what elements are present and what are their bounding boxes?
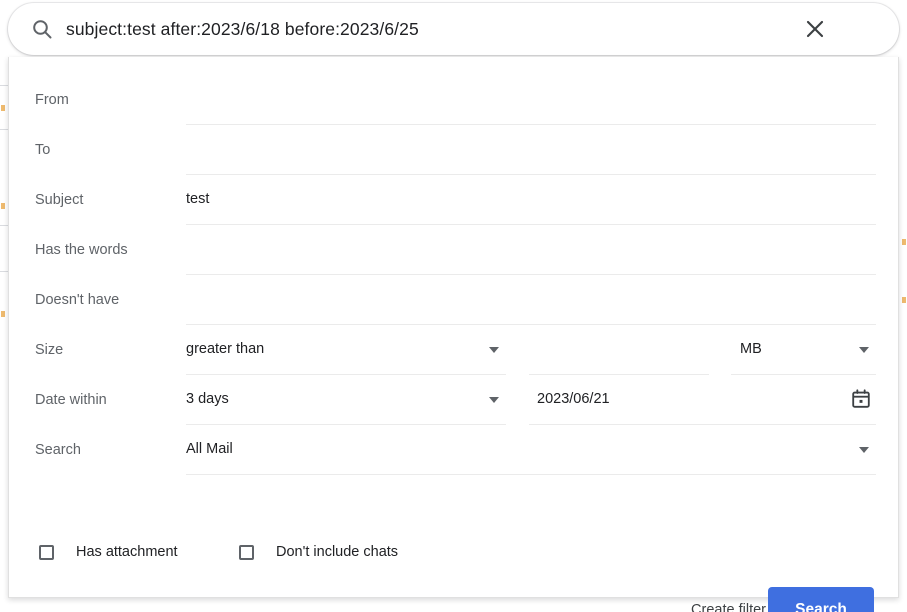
row-doesnt-have: Doesn't have <box>9 275 900 325</box>
size-operator-value: greater than <box>186 341 265 357</box>
checkbox-dont-include-chats[interactable]: Don't include chats <box>239 529 398 575</box>
search-icon <box>30 17 54 41</box>
row-to: To <box>9 125 900 175</box>
advanced-search-panel: From To Subject test Has the words Doesn… <box>8 57 900 612</box>
subject-value[interactable]: test <box>186 175 209 224</box>
date-input[interactable]: 2023/06/21 <box>529 375 876 425</box>
subject-field[interactable]: test <box>186 175 876 225</box>
label-to: To <box>35 142 51 158</box>
background-edge-left <box>0 57 8 602</box>
row-subject: Subject test <box>9 175 900 225</box>
row-date-within: Date within 3 days 2023/06/21 <box>9 375 900 425</box>
checkbox-icon[interactable] <box>39 544 54 560</box>
has-the-words-field[interactable] <box>186 225 876 275</box>
from-field[interactable] <box>186 75 876 125</box>
search-scope-value: All Mail <box>186 441 233 457</box>
size-unit-value: MB <box>740 341 762 357</box>
date-range-dropdown[interactable]: 3 days <box>186 375 506 425</box>
chevron-down-icon <box>859 347 869 353</box>
chevron-down-icon <box>489 397 499 403</box>
label-has-the-words: Has the words <box>35 242 128 258</box>
size-unit-dropdown[interactable]: MB <box>731 325 876 375</box>
create-filter-button[interactable]: Create filter <box>683 592 774 612</box>
label-size: Size <box>35 342 64 358</box>
background-edge-right <box>901 57 907 602</box>
chevron-down-icon <box>489 347 499 353</box>
close-icon[interactable] <box>803 17 827 41</box>
checkbox-has-attachment[interactable]: Has attachment <box>39 529 178 575</box>
checkbox-has-attachment-label: Has attachment <box>76 544 178 560</box>
label-from: From <box>35 92 69 108</box>
chevron-down-icon <box>859 447 869 453</box>
calendar-icon[interactable] <box>850 388 872 410</box>
search-bar[interactable]: subject:test after:2023/6/18 before:2023… <box>8 3 899 55</box>
size-operator-dropdown[interactable]: greater than <box>186 325 506 375</box>
label-date-within: Date within <box>35 392 107 408</box>
to-field[interactable] <box>186 125 876 175</box>
checkbox-icon[interactable] <box>239 544 254 560</box>
checkbox-dont-include-chats-label: Don't include chats <box>276 544 399 560</box>
checkbox-row: Has attachment Don't include chats <box>9 529 900 575</box>
row-search-scope: Search All Mail <box>9 425 900 475</box>
search-button[interactable]: Search <box>768 587 874 612</box>
row-size: Size greater than MB <box>9 325 900 375</box>
label-search-scope: Search <box>35 442 81 458</box>
label-doesnt-have: Doesn't have <box>35 292 120 308</box>
size-amount-input[interactable] <box>529 325 709 375</box>
row-has-the-words: Has the words <box>9 225 900 275</box>
label-subject: Subject <box>35 192 84 208</box>
gmail-advanced-search-screen: subject:test after:2023/6/18 before:2023… <box>0 0 907 612</box>
date-range-value: 3 days <box>186 391 229 407</box>
date-value[interactable]: 2023/06/21 <box>537 375 610 424</box>
row-from: From <box>9 75 900 125</box>
search-input[interactable]: subject:test after:2023/6/18 before:2023… <box>66 3 419 55</box>
search-scope-dropdown[interactable]: All Mail <box>186 425 876 475</box>
doesnt-have-field[interactable] <box>186 275 876 325</box>
